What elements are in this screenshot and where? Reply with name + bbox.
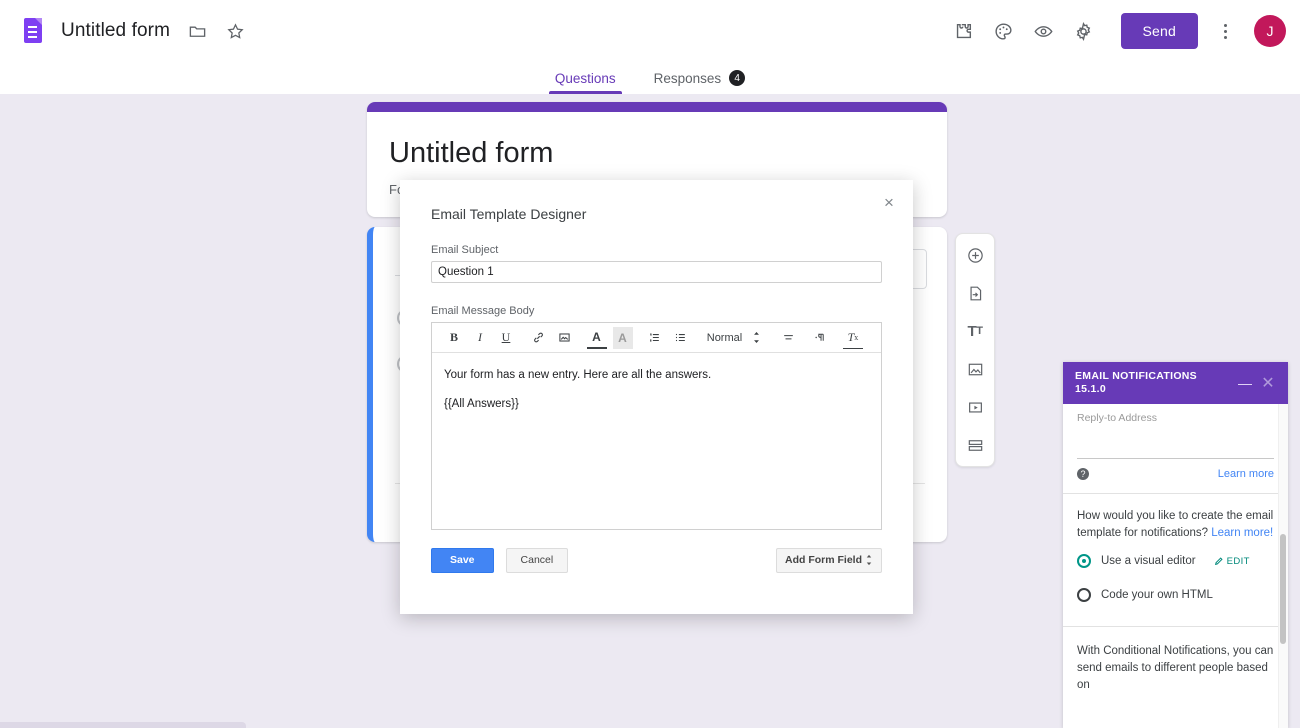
radio-unselected-icon[interactable]: [1077, 588, 1091, 602]
cancel-button[interactable]: Cancel: [505, 547, 569, 573]
email-notifications-addon-panel: EMAIL NOTIFICATIONS 15.1.0 — ✕ Reply-to …: [1063, 362, 1288, 728]
add-question-icon[interactable]: [962, 242, 988, 268]
addon-version: 15.1.0: [1075, 383, 1106, 395]
reply-to-help-row: ? Learn more: [1077, 468, 1274, 480]
editor-toolbar: B I U A A Normal T x: [432, 323, 881, 353]
editor-content[interactable]: Your form has a new entry. Here are all …: [432, 353, 881, 529]
format-style-select[interactable]: Normal: [707, 332, 742, 344]
preview-eye-icon[interactable]: [1027, 14, 1061, 48]
option-code-html-label: Code your own HTML: [1101, 589, 1213, 601]
highlight-color-icon[interactable]: A: [612, 326, 633, 349]
tab-questions[interactable]: Questions: [543, 71, 628, 94]
align-icon[interactable]: [778, 327, 798, 349]
insert-image-icon[interactable]: [554, 327, 574, 349]
dialog-title: Email Template Designer: [431, 206, 587, 222]
addon-body: Reply-to Address ? Learn more How would …: [1063, 404, 1288, 728]
reply-to-label: Reply-to Address: [1077, 412, 1157, 424]
format-style-stepper-icon[interactable]: [746, 327, 766, 349]
add-image-icon[interactable]: [962, 356, 988, 382]
email-subject-input[interactable]: [431, 261, 882, 283]
addon-title: EMAIL NOTIFICATIONS: [1075, 370, 1197, 382]
link-icon[interactable]: [528, 327, 548, 349]
addons-puzzle-icon[interactable]: [947, 14, 981, 48]
template-learn-more-link[interactable]: Learn more!: [1211, 527, 1273, 539]
dialog-actions: Save Cancel Add Form Field: [400, 547, 913, 573]
title-icon-group: [180, 14, 252, 48]
email-body-label: Email Message Body: [431, 305, 535, 317]
add-title-description-icon[interactable]: TT: [962, 318, 988, 344]
edit-label: EDIT: [1226, 555, 1250, 567]
conditional-notifications-text: With Conditional Notifications, you can …: [1077, 645, 1274, 691]
ordered-list-icon[interactable]: [645, 327, 665, 349]
tab-questions-label: Questions: [554, 71, 616, 86]
option-visual-editor[interactable]: Use a visual editor EDIT: [1063, 542, 1288, 568]
responses-count-badge: 4: [729, 70, 746, 86]
italic-icon[interactable]: I: [470, 327, 490, 349]
google-forms-logo: [22, 17, 44, 45]
reply-to-section: Reply-to Address ? Learn more: [1063, 404, 1288, 480]
stepper-arrows-icon: [865, 554, 873, 566]
clear-formatting-icon[interactable]: Tx: [842, 327, 863, 349]
form-title[interactable]: Untitled form: [367, 112, 947, 170]
theme-palette-icon[interactable]: [987, 14, 1021, 48]
app-root: Untitled form Send J Questions Responses…: [0, 0, 1300, 728]
star-icon[interactable]: [218, 14, 252, 48]
pencil-icon: [1214, 557, 1223, 566]
top-bar: Untitled form Send J: [0, 0, 1300, 62]
email-subject-label: Email Subject: [431, 244, 499, 256]
settings-gear-icon[interactable]: [1067, 14, 1101, 48]
addon-header: EMAIL NOTIFICATIONS 15.1.0 — ✕: [1063, 362, 1288, 404]
close-icon[interactable]: ✕: [1256, 373, 1280, 393]
close-icon[interactable]: ×: [877, 190, 901, 214]
bold-icon[interactable]: B: [444, 327, 464, 349]
move-to-folder-icon[interactable]: [180, 14, 214, 48]
radio-selected-icon[interactable]: [1077, 554, 1091, 568]
question-side-toolbar: TT: [955, 233, 995, 467]
import-questions-icon[interactable]: [962, 280, 988, 306]
add-video-icon[interactable]: [962, 394, 988, 420]
add-section-icon[interactable]: [962, 432, 988, 458]
tab-bar: Questions Responses 4: [0, 62, 1300, 94]
document-title[interactable]: Untitled form: [61, 20, 170, 42]
top-bar-actions: Send J: [947, 13, 1286, 49]
text-direction-icon[interactable]: [811, 327, 831, 349]
editor-paragraph-1: Your form has a new entry. Here are all …: [444, 369, 712, 381]
header-accent-stripe: [367, 102, 947, 112]
learn-more-link[interactable]: Learn more: [1218, 468, 1274, 480]
add-form-field-label: Add Form Field: [785, 554, 862, 566]
edit-template-link[interactable]: EDIT: [1214, 556, 1250, 567]
tab-responses-label: Responses: [653, 70, 722, 86]
help-icon[interactable]: ?: [1077, 468, 1089, 480]
scrollbar-thumb[interactable]: [1280, 534, 1286, 644]
email-template-designer-dialog: × Email Template Designer Email Subject …: [400, 180, 913, 614]
underline-icon[interactable]: U: [496, 327, 516, 349]
bottom-status-bar: [0, 722, 246, 728]
avatar[interactable]: J: [1254, 15, 1286, 47]
add-form-field-select[interactable]: Add Form Field: [776, 547, 882, 573]
rich-text-editor: B I U A A Normal T x Your form has a new…: [431, 322, 882, 530]
reply-to-input[interactable]: [1077, 458, 1274, 459]
editor-paragraph-2: {{All Answers}}: [444, 397, 519, 410]
option-visual-editor-label: Use a visual editor: [1101, 555, 1196, 567]
save-button[interactable]: Save: [431, 547, 494, 573]
more-options-icon[interactable]: [1210, 14, 1240, 48]
text-color-icon[interactable]: A: [586, 327, 607, 349]
template-question-text: How would you like to create the email t…: [1063, 494, 1288, 542]
bullet-list-icon[interactable]: [671, 327, 691, 349]
send-button[interactable]: Send: [1120, 13, 1198, 49]
minimize-icon[interactable]: —: [1234, 375, 1256, 391]
tab-responses[interactable]: Responses 4: [642, 70, 758, 94]
option-code-html[interactable]: Code your own HTML: [1063, 568, 1288, 602]
